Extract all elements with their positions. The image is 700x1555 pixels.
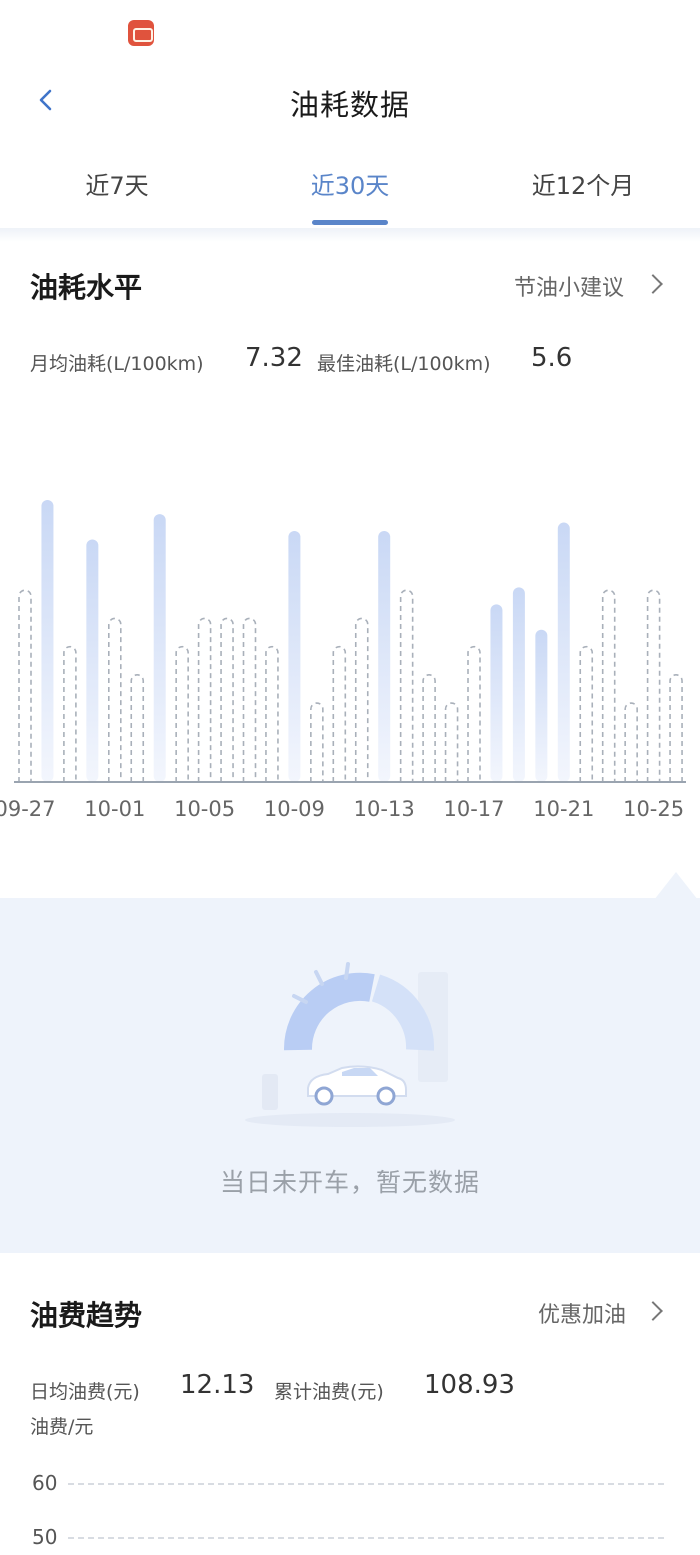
consumption-bar-chart: 09-27 10-01 10-05 10-09 10-13 10-17 10-21 10-25 xyxy=(0,500,686,821)
x-tick-label: 09-27 xyxy=(0,797,56,821)
chart-bar-empty[interactable] xyxy=(579,645,594,782)
chart-bar-empty[interactable] xyxy=(63,645,77,782)
chart-bar-empty[interactable] xyxy=(18,589,32,782)
discount-refuel-link[interactable]: 优惠加油 xyxy=(538,1297,626,1329)
x-tick-label: 10-13 xyxy=(354,797,415,821)
avg-cost-label: 日均油费(元) xyxy=(30,1381,140,1403)
x-tick-label: 10-05 xyxy=(174,797,235,821)
app-notification-icon xyxy=(128,20,154,46)
y-tick-label: 60 xyxy=(32,1471,58,1495)
header: 油耗数据 xyxy=(0,60,700,140)
chart-bar-empty[interactable] xyxy=(242,617,257,782)
best-consumption-label: 最佳油耗(L/100km) xyxy=(317,353,491,375)
chart-bar-empty[interactable] xyxy=(624,702,638,782)
avg-consumption-label: 月均油耗(L/100km) xyxy=(30,353,204,375)
chart-bar-empty[interactable] xyxy=(332,645,347,782)
chart-bar[interactable] xyxy=(153,514,166,782)
tab-7-days[interactable]: 近7天 xyxy=(17,166,217,201)
gridline xyxy=(68,1537,664,1539)
chart-bar-empty[interactable] xyxy=(197,617,212,782)
chart-bar-empty[interactable] xyxy=(310,702,324,782)
chart-bar[interactable] xyxy=(557,522,570,782)
chart-bar-empty[interactable] xyxy=(444,702,459,782)
chart-bar-empty[interactable] xyxy=(220,617,234,782)
active-tab-indicator xyxy=(312,220,388,225)
chevron-right-icon xyxy=(643,1301,663,1321)
avg-cost-value: 12.13 xyxy=(180,1370,255,1400)
panel-pointer xyxy=(654,872,698,900)
page-title: 油耗数据 xyxy=(289,88,410,122)
chart-bar-empty[interactable] xyxy=(175,645,189,782)
chart-bar[interactable] xyxy=(490,604,503,782)
chart-bar-empty[interactable] xyxy=(265,645,279,782)
best-consumption-value: 5.6 xyxy=(531,343,573,373)
chart-bar-empty[interactable] xyxy=(130,674,145,782)
x-tick-label: 10-09 xyxy=(264,797,325,821)
tab-12-months[interactable]: 近12个月 xyxy=(483,166,683,201)
chart-bar[interactable] xyxy=(41,500,54,782)
chart-bar[interactable] xyxy=(512,587,525,782)
chart-bar-empty[interactable] xyxy=(399,589,414,782)
chart-bar-empty[interactable] xyxy=(669,674,683,782)
gridline xyxy=(68,1483,664,1485)
x-tick-label: 10-01 xyxy=(84,797,145,821)
fuel-saving-tips-link[interactable]: 节油小建议 xyxy=(514,270,624,302)
chart-bar[interactable] xyxy=(378,531,391,782)
empty-car-illustration xyxy=(245,962,455,1127)
x-tick-label: 10-21 xyxy=(533,797,594,821)
consumption-section-title: 油耗水平 xyxy=(30,271,143,304)
period-tabs: 近7天 近30天 近12个月 xyxy=(0,150,700,228)
chart-bar[interactable] xyxy=(535,629,548,782)
cost-y-axis-label: 油费/元 xyxy=(30,1416,94,1438)
fuel-cost-section-title: 油费趋势 xyxy=(30,1299,143,1332)
total-cost-label: 累计油费(元) xyxy=(274,1381,384,1403)
tab-30-days[interactable]: 近30天 xyxy=(250,166,450,201)
chart-bar-empty[interactable] xyxy=(354,617,369,782)
status-bar xyxy=(0,0,700,60)
chart-bar-empty[interactable] xyxy=(646,589,661,782)
empty-state-message: 当日未开车，暂无数据 xyxy=(219,1168,480,1197)
total-cost-value: 108.93 xyxy=(424,1370,515,1400)
chart-bar-empty[interactable] xyxy=(467,645,481,782)
chart-bar[interactable] xyxy=(288,531,301,782)
x-tick-label: 10-25 xyxy=(623,797,684,821)
x-tick-label: 10-17 xyxy=(443,797,504,821)
chart-bar-empty[interactable] xyxy=(108,617,122,782)
chart-bar[interactable] xyxy=(86,539,99,782)
chart-bar-empty[interactable] xyxy=(422,674,436,782)
avg-consumption-value: 7.32 xyxy=(245,343,303,373)
tabs-divider xyxy=(0,228,700,242)
y-tick-label: 50 xyxy=(32,1525,58,1549)
chevron-right-icon xyxy=(643,274,663,294)
chart-bar-empty[interactable] xyxy=(601,589,616,782)
